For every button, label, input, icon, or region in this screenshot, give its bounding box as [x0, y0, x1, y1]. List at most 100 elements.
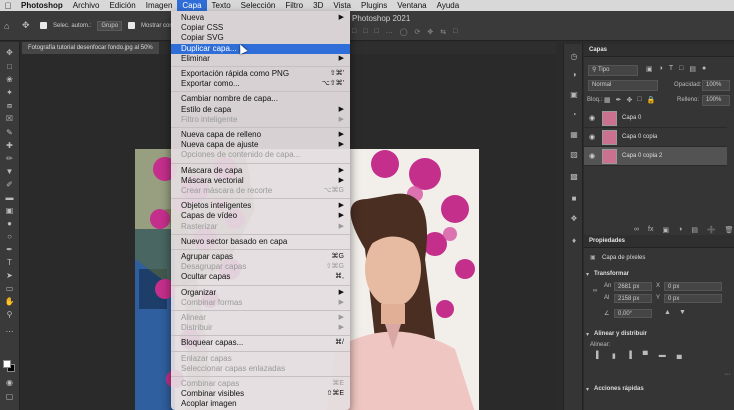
- document-tab[interactable]: Fotografía tutorial desenfocar fondo.jpg…: [22, 42, 159, 54]
- menu-item-copiar-css[interactable]: Copiar CSS: [171, 23, 350, 33]
- menu-seleccion[interactable]: Selección: [236, 0, 281, 11]
- lock-transparency-icon[interactable]: ▦: [604, 96, 611, 104]
- 3d-slide-icon[interactable]: ⇆: [440, 28, 446, 36]
- align-left-edges-icon[interactable]: ▌: [596, 352, 601, 360]
- layer-row-capa-0-copia[interactable]: ◉ Capa 0 copia: [584, 128, 727, 147]
- brush-icon[interactable]: ✏: [3, 154, 16, 164]
- properties-panel-title[interactable]: Propiedades: [584, 235, 734, 248]
- menu-item-combinar-visibles[interactable]: Combinar visibles ⇧⌘E: [171, 389, 350, 399]
- autoselect-group-select[interactable]: Grupo: [97, 20, 123, 31]
- angle-field[interactable]: 0,00°: [614, 309, 652, 318]
- menu-item-nueva-capa-de-relleno[interactable]: Nueva capa de relleno ▶: [171, 130, 350, 140]
- frame-icon[interactable]: ☒: [3, 114, 16, 124]
- 3d-pan-icon[interactable]: ✥: [427, 28, 433, 36]
- menu-item-capas-de-vídeo[interactable]: Capas de vídeo ▶: [171, 211, 350, 221]
- lock-artboard-icon[interactable]: □: [637, 96, 641, 104]
- home-icon[interactable]: ⌂: [4, 21, 16, 31]
- layer-style-icon[interactable]: fx: [648, 226, 653, 234]
- menu-item-máscara-vectorial[interactable]: Máscara vectorial ▶: [171, 176, 350, 186]
- menu-ventana[interactable]: Ventana: [392, 0, 431, 11]
- pen-icon[interactable]: ✒: [3, 245, 16, 255]
- align-right-icon[interactable]: □: [374, 28, 378, 36]
- healing-icon[interactable]: ✚: [3, 141, 16, 151]
- stamp-icon[interactable]: ▼: [3, 167, 16, 177]
- fill-field[interactable]: 100%: [702, 95, 730, 106]
- delete-layer-icon[interactable]: 🗑: [725, 226, 734, 234]
- visibility-eye-icon[interactable]: ◉: [589, 133, 595, 141]
- 3d-orbit-icon[interactable]: ◯: [400, 28, 408, 36]
- menu-item-máscara-de-capa[interactable]: Máscara de capa ▶: [171, 166, 350, 176]
- opacity-field[interactable]: 100%: [702, 80, 730, 91]
- autoselect-checkbox[interactable]: [40, 22, 47, 29]
- crop-icon[interactable]: ⧈: [3, 101, 16, 111]
- screen-mode-icon[interactable]: ▢: [3, 392, 16, 402]
- menu-item-duplicar-capa[interactable]: Duplicar capa...: [171, 43, 350, 54]
- eraser-icon[interactable]: ▬: [3, 193, 16, 203]
- menu-app-photoshop[interactable]: Photoshop: [16, 0, 68, 11]
- height-field[interactable]: 2158 px: [614, 294, 652, 303]
- apple-icon[interactable]: : [0, 1, 16, 11]
- menu-item-organizar[interactable]: Organizar ▶: [171, 288, 350, 298]
- menu-3d[interactable]: 3D: [308, 0, 328, 11]
- blur-icon[interactable]: ●: [3, 219, 16, 229]
- align-center-icon[interactable]: □: [363, 28, 367, 36]
- y-field[interactable]: 0 px: [664, 294, 722, 303]
- menu-imagen[interactable]: Imagen: [141, 0, 178, 11]
- dodge-icon[interactable]: ○: [3, 232, 16, 242]
- menu-archivo[interactable]: Archivo: [68, 0, 105, 11]
- transform-chevron-icon[interactable]: ▾: [586, 271, 589, 278]
- menu-item-agrupar-capas[interactable]: Agrupar capas ⌘G: [171, 252, 350, 262]
- menu-plugins[interactable]: Plugins: [356, 0, 392, 11]
- menu-item-eliminar[interactable]: Eliminar ▶: [171, 54, 350, 64]
- paths-icon[interactable]: ♦: [568, 236, 580, 246]
- hand-icon[interactable]: ✋: [3, 297, 16, 307]
- flip-vertical-icon[interactable]: ▼: [679, 309, 686, 316]
- filter-adjust-icon[interactable]: ◑: [659, 65, 663, 73]
- swatches-icon[interactable]: ▦: [568, 130, 580, 140]
- color-icon[interactable]: ◔: [568, 110, 580, 120]
- menu-item-exportación-rápida-como-png[interactable]: Exportación rápida como PNG ⇧⌘': [171, 69, 350, 79]
- patterns-icon[interactable]: ▩: [568, 172, 580, 182]
- align-right-edges-icon[interactable]: ▐: [627, 352, 632, 360]
- menu-vista[interactable]: Vista: [328, 0, 356, 11]
- x-field[interactable]: 0 px: [664, 282, 722, 291]
- layer-row-capa-0[interactable]: ◉ Capa 0: [584, 109, 727, 128]
- filter-shape-icon[interactable]: □: [679, 65, 683, 73]
- distribute-icon[interactable]: …: [386, 28, 393, 36]
- gradient-icon[interactable]: ▣: [3, 206, 16, 216]
- blend-mode-select[interactable]: Normal: [588, 80, 658, 91]
- gradients-icon[interactable]: ▨: [568, 150, 580, 160]
- menu-item-nueva[interactable]: Nueva ▶: [171, 13, 350, 23]
- menu-item-copiar-svg[interactable]: Copiar SVG: [171, 33, 350, 43]
- marquee-icon[interactable]: □: [3, 62, 16, 72]
- align-chevron-icon[interactable]: ▾: [586, 331, 589, 338]
- visibility-eye-icon[interactable]: ◉: [589, 152, 595, 160]
- layer-row-capa-0-copia-2[interactable]: ◉ Capa 0 copia 2: [584, 147, 727, 166]
- menu-filtro[interactable]: Filtro: [280, 0, 308, 11]
- menu-edicion[interactable]: Edición: [104, 0, 140, 11]
- quick-mask-icon[interactable]: ◉: [3, 378, 16, 388]
- shape-icon[interactable]: ▭: [3, 284, 16, 294]
- visibility-eye-icon[interactable]: ◉: [589, 114, 595, 122]
- add-mask-icon[interactable]: ▣: [662, 226, 669, 234]
- history-brush-icon[interactable]: ✐: [3, 180, 16, 190]
- menu-ayuda[interactable]: Ayuda: [432, 0, 465, 11]
- 3d-scale-icon[interactable]: □: [453, 28, 457, 36]
- lasso-icon[interactable]: ❀: [3, 75, 16, 85]
- layer-filter-select[interactable]: ⚲ Tipo: [588, 65, 638, 76]
- zoom-icon[interactable]: ⚲: [3, 310, 16, 320]
- libraries-icon[interactable]: ▣: [568, 90, 580, 100]
- more-tools-icon[interactable]: ⋯: [3, 327, 16, 337]
- menu-texto[interactable]: Texto: [207, 0, 236, 11]
- filter-pixel-icon[interactable]: ▣: [646, 65, 653, 73]
- menu-capa[interactable]: Capa: [177, 0, 207, 11]
- channels-icon[interactable]: ❖: [568, 214, 580, 224]
- menu-item-nuevo-sector-basado-en-capa[interactable]: Nuevo sector basado en capa: [171, 237, 350, 247]
- menu-item-cambiar-nombre-de-capa[interactable]: Cambiar nombre de capa...: [171, 94, 350, 104]
- menu-item-bloquear-capas[interactable]: Bloquear capas... ⌘/: [171, 338, 350, 348]
- flip-horizontal-icon[interactable]: ▲: [664, 309, 671, 316]
- menu-item-estilo-de-capa[interactable]: Estilo de capa ▶: [171, 105, 350, 115]
- filter-toggle-icon[interactable]: ●: [702, 65, 706, 73]
- 3d-rotate-icon[interactable]: ⟳: [415, 28, 421, 36]
- lock-pixels-icon[interactable]: ✒: [616, 96, 622, 104]
